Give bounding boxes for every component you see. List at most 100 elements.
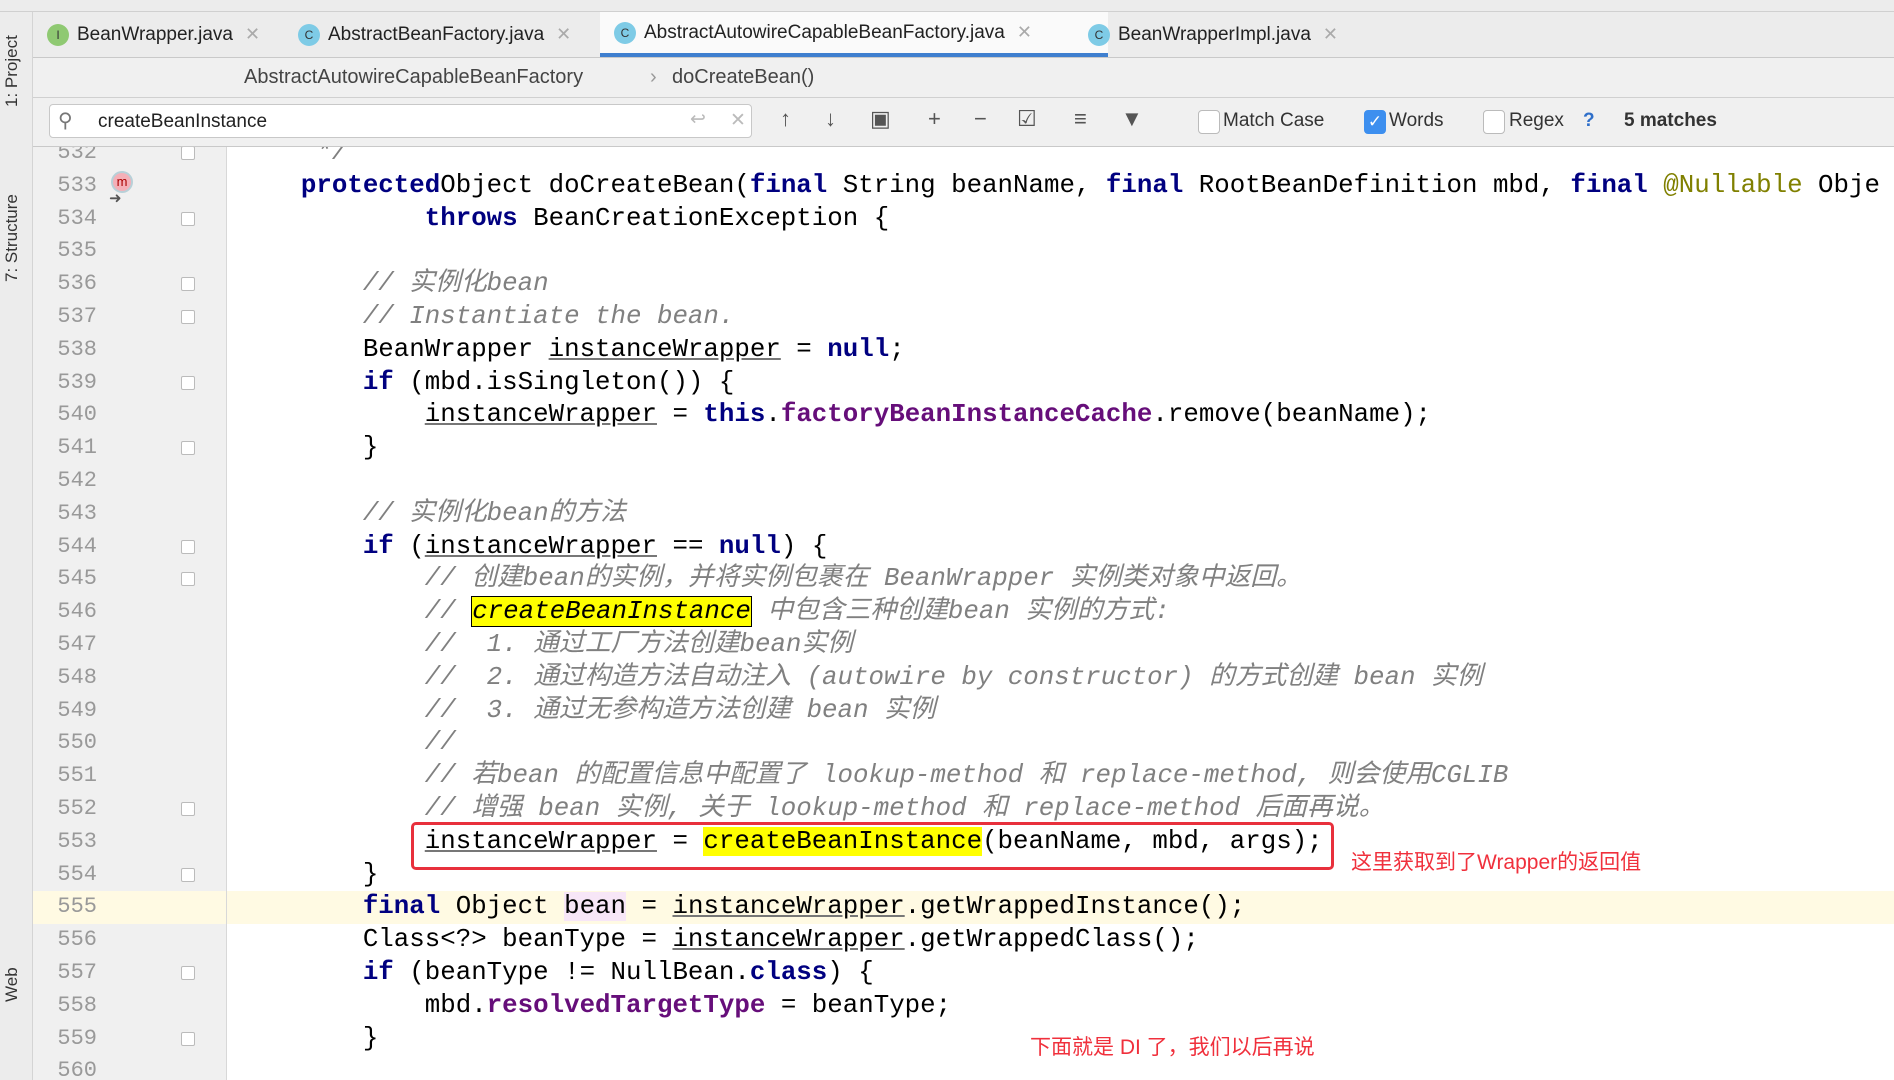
annotation-note: 这里获取到了Wrapper的返回值 [1351,851,1642,874]
interface-icon: I [47,23,69,46]
tab-beanwrapper[interactable]: I BeanWrapper.java ✕ [47,12,260,57]
fold-marker-icon[interactable] [181,211,195,226]
close-icon[interactable]: ✕ [556,24,571,45]
tool-window-project[interactable]: 1: Project [2,35,22,107]
code-line: instanceWrapper = this.factoryBeanInstan… [227,399,1894,432]
fold-marker-icon[interactable] [181,867,195,882]
breadcrumb-class[interactable]: AbstractAutowireCapableBeanFactory [244,66,583,89]
previous-occurrence-icon[interactable]: ↑ [780,106,791,132]
code-token: // 2. 通过构造方法自动注入 (autowire by constructo… [424,662,1483,692]
match-case-label: Match Case [1223,110,1325,131]
line-number-gutter[interactable]: m ➜ 532 533 534 535 536 537 538 539 540 541 542 543… [33,147,227,1080]
code-token: ; [889,334,905,364]
code-line: BeanWrapper instanceWrapper = null; [227,334,1894,367]
fold-marker-icon[interactable] [181,1031,195,1046]
code-token: 中包含三种创建bean 实例的方式: [751,597,1170,627]
tool-window-structure[interactable]: 7: Structure [2,194,22,282]
navigation-bar [0,0,1894,12]
toggle-selection-icon[interactable]: ☑ [1017,106,1037,132]
close-icon[interactable]: ✕ [1017,22,1032,43]
code-token: = [626,892,673,922]
breadcrumb-method[interactable]: doCreateBean() [672,66,814,89]
find-bar: ⚲ createBeanInstance ↩ ✕ ↑ ↓ ▣ + − ☑ ≡ ▼… [33,98,1894,147]
line-number: 543 [57,500,97,526]
line-number: 536 [57,271,97,297]
code-line: final Object bean = instanceWrapper.getW… [227,891,1894,925]
code-token: Object [440,892,565,922]
code-line: // 实例化bean [227,268,1894,301]
code-line: if (mbd.isSingleton()) { [227,367,1894,400]
select-all-occurrences-icon[interactable]: ▣ [870,106,891,132]
annotation-box [411,822,1334,870]
code-line: // 3. 通过无参构造方法创建 bean 实例 [227,695,1894,728]
code-token: class [749,958,828,987]
code-token: ( [393,531,425,561]
next-occurrence-icon[interactable]: ↓ [825,106,836,132]
add-selection-icon[interactable]: + [928,106,941,132]
code-token: final [1570,170,1648,200]
tab-abstractbeanfactory[interactable]: C AbstractBeanFactory.java ✕ [298,12,571,57]
fold-marker-icon[interactable] [181,441,195,456]
code-line: protectedObject doCreateBean(final Strin… [227,170,1894,203]
code-token: // 增强 bean 实例, 关于 lookup-method 和 replac… [424,794,1385,823]
line-number: 550 [57,730,97,756]
line-number: 551 [57,763,97,789]
search-input[interactable]: ⚲ createBeanInstance ↩ ✕ [49,104,752,138]
words-checkbox[interactable]: ✓ [1364,110,1386,134]
code-token: throws [424,203,518,233]
line-number: 532 [57,147,97,165]
newline-icon[interactable]: ↩ [690,108,706,131]
code-token: ) { [827,958,874,987]
code-editor[interactable]: */protectedObject doCreateBean(final Str… [227,147,1894,1080]
code-line: if (instanceWrapper == null) { [227,531,1894,564]
close-icon[interactable]: ✕ [245,24,260,45]
line-number: 554 [57,861,97,887]
tab-beanwrapperimpl[interactable]: C BeanWrapperImpl.java ✕ [1088,12,1338,57]
code-line: throws BeanCreationException { [227,203,1894,236]
tool-window-web[interactable]: Web [2,967,22,1002]
fold-marker-icon[interactable] [181,966,195,980]
tool-window-strip: 1: Project 7: Structure Web [0,12,33,1080]
remove-selection-icon[interactable]: − [974,106,987,132]
code-token: } [362,433,379,463]
code-token: instanceWrapper [424,400,657,430]
code-line: */ [227,147,1894,170]
code-line: } [227,432,1894,465]
code-token: // 3. 通过无参构造方法创建 bean 实例 [424,695,936,725]
code-token: } [362,859,379,889]
tab-abstractautowirecapablebeanfactory[interactable]: C AbstractAutowireCapableBeanFactory.java… [600,12,1108,57]
fold-marker-icon[interactable] [181,802,195,816]
clear-icon[interactable]: ✕ [730,109,746,132]
fold-marker-icon[interactable] [181,539,195,554]
fold-marker-icon[interactable] [181,375,195,390]
code-token: .getWrappedInstance(); [904,892,1246,922]
code-token: this [703,400,766,430]
search-options-icon[interactable]: ≡ [1074,106,1087,132]
search-value: createBeanInstance [98,111,268,132]
code-line: // 实例化bean的方法 [227,498,1894,531]
editor-tabs: I BeanWrapper.java ✕ C AbstractBeanFactory.… [33,12,1894,58]
search-icon[interactable]: ⚲ [58,108,73,133]
regex-checkbox[interactable] [1483,110,1505,134]
fold-marker-icon[interactable] [181,147,195,160]
search-match: createBeanInstance [471,596,752,628]
line-number: 542 [57,468,97,493]
fold-marker-icon[interactable] [181,277,195,292]
code-token: . [765,400,781,430]
line-number: 537 [57,304,97,329]
fold-marker-icon[interactable] [181,572,195,587]
filter-icon[interactable]: ▼ [1121,106,1143,132]
line-number: 545 [57,566,97,592]
line-number: 540 [57,402,97,428]
code-line: // createBeanInstance 中包含三种创建bean 实例的方式: [227,596,1894,629]
code-token: BeanCreationException { [517,203,890,233]
line-number: 538 [57,336,97,362]
line-number: 555 [57,894,97,920]
close-icon[interactable]: ✕ [1323,24,1338,45]
regex-help-link[interactable]: ? [1583,110,1595,132]
code-token: Class<?> beanType = [362,925,673,955]
match-case-checkbox[interactable] [1198,110,1220,134]
arrow-right-icon: ➜ [109,190,122,207]
fold-marker-icon[interactable] [181,310,195,324]
